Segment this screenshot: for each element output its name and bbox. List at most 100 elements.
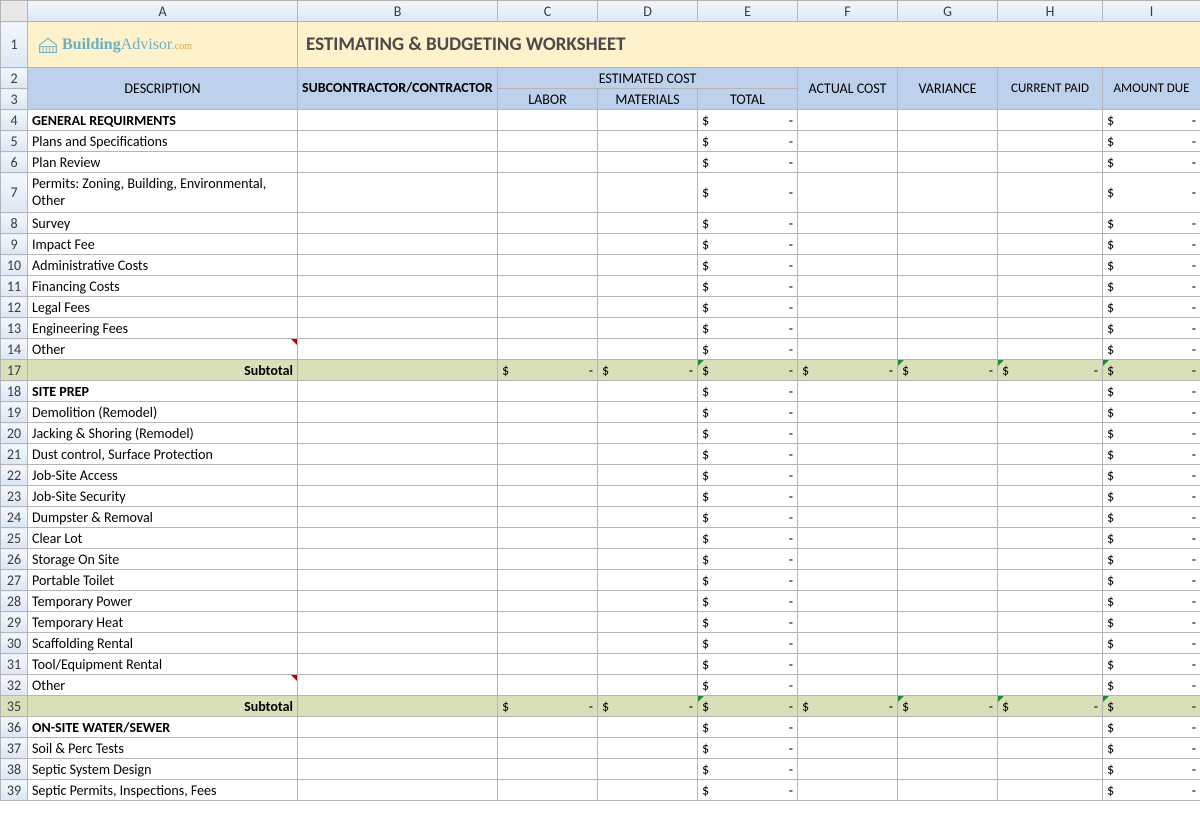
header-description[interactable]: DESCRIPTION [28,68,298,110]
cell[interactable]: $- [998,696,1103,717]
cell[interactable]: $- [798,696,898,717]
cell[interactable] [898,381,998,402]
cell[interactable]: $- [698,297,798,318]
header-amount-due[interactable]: AMOUNT DUE [1103,68,1200,110]
cell[interactable]: $- [698,717,798,738]
cell[interactable]: $- [698,234,798,255]
cell[interactable] [598,633,698,654]
description-cell[interactable]: Engineering Fees [28,318,298,339]
description-cell[interactable]: Permits: Zoning, Building, Environmental… [28,173,298,213]
cell[interactable] [498,318,598,339]
cell[interactable] [598,131,698,152]
cell[interactable] [798,717,898,738]
cell[interactable] [498,675,598,696]
header-subcontractor[interactable]: SUBCONTRACTOR/CONTRACTOR [298,68,498,110]
cell[interactable]: $- [798,360,898,381]
cell[interactable] [998,654,1103,675]
description-cell[interactable]: Septic Permits, Inspections, Fees [28,780,298,801]
cell[interactable]: $- [698,696,798,717]
cell[interactable] [598,234,698,255]
cell[interactable] [998,738,1103,759]
col-header-G[interactable]: G [898,1,998,22]
description-cell[interactable]: Temporary Power [28,591,298,612]
cell[interactable] [998,213,1103,234]
col-header-D[interactable]: D [598,1,698,22]
cell[interactable] [498,591,598,612]
col-header-H[interactable]: H [998,1,1103,22]
row-header[interactable]: 5 [1,131,28,152]
cell[interactable] [898,173,998,213]
cell[interactable] [598,591,698,612]
cell[interactable]: $- [1103,297,1200,318]
cell[interactable] [998,780,1103,801]
cell[interactable] [498,780,598,801]
cell[interactable] [298,738,498,759]
row-header-3[interactable]: 3 [1,89,28,110]
cell[interactable]: $- [1103,507,1200,528]
row-header[interactable]: 28 [1,591,28,612]
cell[interactable] [998,549,1103,570]
cell[interactable] [898,633,998,654]
cell[interactable] [298,465,498,486]
cell[interactable] [898,675,998,696]
cell[interactable] [598,759,698,780]
cell[interactable] [598,507,698,528]
cell[interactable]: $- [698,444,798,465]
cell[interactable] [798,570,898,591]
col-header-C[interactable]: C [498,1,598,22]
cell[interactable] [898,423,998,444]
cell[interactable] [898,738,998,759]
cell[interactable] [998,131,1103,152]
cell[interactable]: $- [698,528,798,549]
row-header[interactable]: 11 [1,276,28,297]
cell[interactable] [498,528,598,549]
cell[interactable] [498,738,598,759]
row-header[interactable]: 39 [1,780,28,801]
cell[interactable] [598,423,698,444]
description-cell[interactable]: Dumpster & Removal [28,507,298,528]
cell[interactable] [598,738,698,759]
row-header[interactable]: 32 [1,675,28,696]
cell[interactable]: $- [698,276,798,297]
cell[interactable]: $- [1103,402,1200,423]
cell[interactable] [998,444,1103,465]
cell[interactable] [298,570,498,591]
description-cell[interactable]: Scaffolding Rental [28,633,298,654]
cell[interactable]: $- [1103,318,1200,339]
description-cell[interactable]: Storage On Site [28,549,298,570]
cell[interactable]: $- [1103,213,1200,234]
cell[interactable] [598,152,698,173]
subtotal-label[interactable]: Subtotal [28,360,298,381]
description-cell[interactable]: Clear Lot [28,528,298,549]
cell[interactable]: $- [698,759,798,780]
cell[interactable] [498,549,598,570]
row-header[interactable]: 26 [1,549,28,570]
cell[interactable] [798,633,898,654]
cell[interactable] [598,276,698,297]
cell[interactable]: $- [698,738,798,759]
cell[interactable] [898,255,998,276]
cell[interactable] [298,717,498,738]
cell[interactable] [898,234,998,255]
cell[interactable] [598,213,698,234]
cell[interactable] [998,507,1103,528]
cell[interactable] [898,339,998,360]
cell[interactable] [998,570,1103,591]
cell[interactable]: $- [898,360,998,381]
col-header-A[interactable]: A [28,1,298,22]
cell[interactable]: $- [698,591,798,612]
cell[interactable]: $- [698,152,798,173]
cell[interactable] [598,612,698,633]
cell[interactable] [798,654,898,675]
description-cell[interactable]: SITE PREP [28,381,298,402]
cell[interactable] [998,759,1103,780]
cell[interactable] [798,780,898,801]
row-header[interactable]: 27 [1,570,28,591]
cell[interactable] [598,255,698,276]
cell[interactable]: $- [1103,696,1200,717]
cell[interactable]: $- [698,255,798,276]
cell[interactable] [798,234,898,255]
cell[interactable] [598,570,698,591]
description-cell[interactable]: Other [28,675,298,696]
cell[interactable] [798,528,898,549]
